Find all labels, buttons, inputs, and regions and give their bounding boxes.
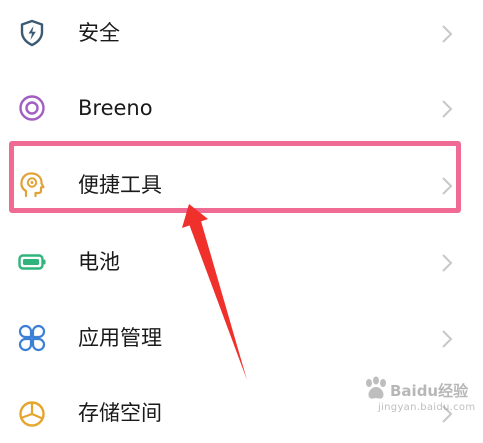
settings-list: 安全 Breeno 便捷工具 电池 应用管理 存储空间 [0, 0, 483, 428]
chevron-right-icon [440, 252, 454, 274]
settings-item-label: Breeno [78, 96, 153, 120]
settings-item-label: 电池 [78, 250, 120, 274]
chevron-right-icon [440, 98, 454, 120]
settings-item-breeno[interactable]: Breeno [0, 78, 483, 138]
settings-item-label: 应用管理 [78, 326, 162, 350]
watermark-text: Baidu经验 [390, 382, 469, 400]
storage-pie-icon [17, 398, 47, 428]
settings-item-label: 安全 [78, 21, 120, 45]
settings-item-security[interactable]: 安全 [0, 3, 483, 63]
battery-icon [17, 247, 47, 277]
watermark-subtext: jingyan.baidu.com [378, 402, 476, 413]
chevron-right-icon [440, 23, 454, 45]
paw-logo-icon [366, 376, 386, 399]
settings-item-label: 存储空间 [78, 401, 162, 425]
settings-item-battery[interactable]: 电池 [0, 232, 483, 292]
settings-item-app-management[interactable]: 应用管理 [0, 308, 483, 368]
highlight-box [9, 141, 461, 213]
breeno-ring-icon [17, 93, 47, 123]
chevron-right-icon [440, 328, 454, 350]
baidu-watermark: Baidu经验 jingyan.baidu.com [360, 374, 480, 424]
apps-clover-icon [17, 323, 47, 353]
shield-bolt-icon [17, 18, 47, 48]
